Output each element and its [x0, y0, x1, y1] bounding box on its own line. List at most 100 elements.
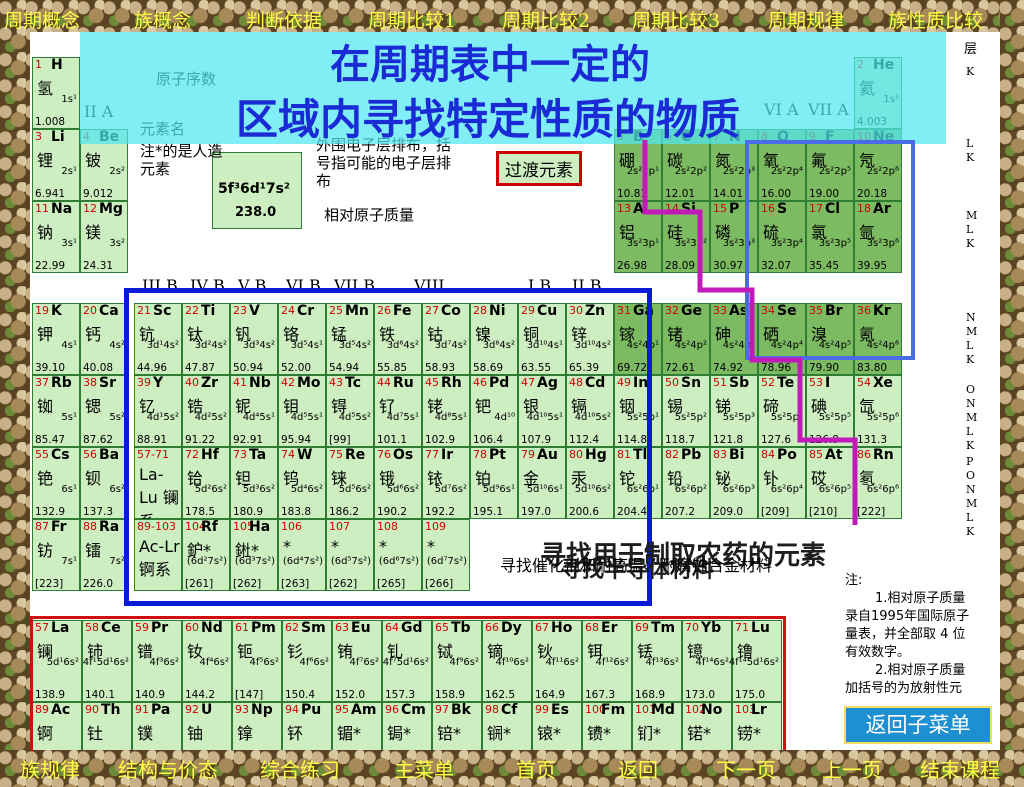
- element-symbol: Ac: [51, 702, 71, 718]
- atomic-number: 12: [83, 202, 97, 215]
- shell-label: N M L K: [966, 311, 978, 366]
- element-symbol: Xe: [873, 375, 893, 391]
- electron-config: 5s²5p⁴: [770, 412, 803, 423]
- nav-back[interactable]: 返回: [618, 754, 658, 783]
- nav-home[interactable]: 首页: [516, 754, 556, 783]
- element-cell-rn: 86 Rn 氡 6s²6p⁶ [222]: [854, 447, 902, 519]
- atomic-mass: 158.9: [435, 689, 466, 701]
- element-symbol: Ra: [99, 519, 120, 535]
- atomic-number: 62: [285, 621, 299, 634]
- element-cell-fr: 87 Fr 钫 7s¹ [223]: [32, 519, 80, 591]
- return-submenu-button[interactable]: 返回子菜单: [844, 706, 992, 744]
- caption-catalyst: 寻找催化剂和耐高温、耐腐蚀合金材料: [500, 556, 773, 575]
- atomic-number: 99: [535, 703, 549, 716]
- atomic-mass: 14.01: [713, 188, 744, 200]
- atomic-number: 15: [713, 202, 727, 215]
- element-cell-at: 85 At 砹 6s²6p⁵ [210]: [806, 447, 854, 519]
- atomic-number: 98: [485, 703, 499, 716]
- legend-mass-desc: 相对原子质量: [324, 206, 415, 224]
- atomic-number: 60: [185, 621, 199, 634]
- element-symbol: At: [825, 447, 843, 463]
- note-line: 有效数字。: [845, 645, 911, 660]
- element-cell-bi: 83 Bi 铋 6s²6p³ 209.0: [710, 447, 758, 519]
- nav-period-concept[interactable]: 周期概念: [4, 6, 80, 33]
- atomic-number: 58: [85, 621, 99, 634]
- nav-main-menu[interactable]: 主菜单: [394, 754, 454, 783]
- nav-comprehensive-practice[interactable]: 综合练习: [260, 754, 340, 783]
- title-line-1: 在周期表中一定的: [330, 42, 650, 88]
- element-cell-tb: 65 Tb 铽 4f⁹6s² 158.9: [432, 620, 482, 702]
- element-cell-cm: 96 Cm 锔*: [382, 702, 432, 750]
- atomic-number: 11: [35, 202, 49, 215]
- electron-config: 6s²6p⁵: [818, 484, 851, 495]
- element-name: 锿*: [537, 724, 562, 743]
- electron-config: 4f¹²6s²: [595, 657, 629, 668]
- element-symbol: Es: [551, 702, 569, 718]
- nav-criteria[interactable]: 判断依据: [246, 6, 322, 33]
- element-name: 锫*: [437, 724, 462, 743]
- element-cell-sn: 50 Sn 锡 5s²5p² 118.7: [662, 375, 710, 447]
- element-name: 镎: [237, 724, 254, 743]
- nav-period-compare-3[interactable]: 周期比较3: [632, 6, 720, 33]
- shell-label: K: [966, 65, 975, 78]
- atomic-number: 83: [713, 448, 727, 461]
- atomic-number: 69: [635, 621, 649, 634]
- nav-group-concept[interactable]: 族概念: [134, 6, 191, 33]
- atomic-mass: 140.1: [85, 689, 116, 701]
- element-symbol: Tm: [651, 620, 676, 636]
- electron-config: 2s²2p¹: [626, 166, 659, 177]
- nav-period-rules[interactable]: 周期规律: [768, 6, 844, 33]
- nav-period-compare-2[interactable]: 周期比较2: [502, 6, 590, 33]
- atomic-mass: 209.0: [713, 506, 744, 518]
- element-cell-cf: 98 Cf 锎*: [482, 702, 532, 750]
- nav-prev-page[interactable]: 上一页: [822, 754, 882, 783]
- legend-sample-mass: 238.0: [235, 205, 277, 220]
- note-line: 加括号的为放射性元: [845, 681, 963, 696]
- element-name: 镤: [137, 724, 154, 743]
- atomic-number: 92: [185, 703, 199, 716]
- electron-config: 4f⁶6s²: [299, 657, 329, 668]
- pesticide-region-frame: [745, 140, 915, 360]
- atomic-number: 56: [83, 448, 97, 461]
- atomic-mass: 26.98: [617, 260, 648, 272]
- element-symbol: Ba: [99, 447, 120, 463]
- element-cell-gd: 64 Gd 钆 4f⁷5d¹6s² 157.3: [382, 620, 432, 702]
- atomic-mass: 79.90: [809, 362, 840, 374]
- electron-config: 4f³6s²: [149, 657, 179, 668]
- element-symbol: La: [51, 620, 70, 636]
- electron-config: 5s²5p²: [674, 412, 707, 423]
- element-cell-am: 95 Am 镅*: [332, 702, 382, 750]
- border-right: [1000, 0, 1024, 787]
- element-symbol: No: [701, 702, 723, 718]
- atomic-mass: 40.08: [83, 362, 114, 374]
- atomic-number: 53: [809, 376, 823, 389]
- atomic-number: 68: [585, 621, 599, 634]
- nav-structure-valence[interactable]: 结构与价态: [118, 754, 218, 783]
- atomic-mass: 6.941: [35, 188, 66, 200]
- atomic-mass: 167.3: [585, 689, 616, 701]
- atomic-mass: 131.3: [857, 434, 888, 446]
- electron-config: 7s²: [109, 556, 125, 567]
- nav-end-course[interactable]: 结束课程: [920, 754, 1000, 783]
- element-symbol: Te: [777, 375, 795, 391]
- nav-group-property-compare[interactable]: 族性质比较: [888, 6, 983, 33]
- element-name: 锕: [37, 724, 54, 743]
- element-cell-i: 53 I 碘 5s²5p⁵ 126.9: [806, 375, 854, 447]
- electron-config: 6s²6p³: [722, 484, 755, 495]
- element-cell-nd: 60 Nd 钕 4f⁴6s² 144.2: [182, 620, 232, 702]
- nav-next-page[interactable]: 下一页: [716, 754, 776, 783]
- atomic-mass: 132.9: [35, 506, 66, 518]
- atomic-mass: 126.9: [809, 434, 840, 446]
- element-cell-eu: 63 Eu 铕 4f⁷6s² 152.0: [332, 620, 382, 702]
- electron-config: 4f⁷6s²: [349, 657, 379, 668]
- electron-config: 6s²6p²: [674, 484, 707, 495]
- nav-period-compare-1[interactable]: 周期比较1: [368, 6, 456, 33]
- atomic-number: 32: [665, 304, 679, 317]
- bottom-nav: 族规律 结构与价态 综合练习 主菜单 首页 返回 下一页 上一页 结束课程: [0, 750, 1024, 787]
- atomic-number: 54: [857, 376, 871, 389]
- nav-group-rules[interactable]: 族规律: [20, 754, 80, 783]
- element-symbol: Al: [633, 201, 649, 217]
- electron-config: 4f⁴6s²: [199, 657, 229, 668]
- element-symbol: K: [51, 303, 62, 319]
- element-symbol: Fm: [601, 702, 626, 718]
